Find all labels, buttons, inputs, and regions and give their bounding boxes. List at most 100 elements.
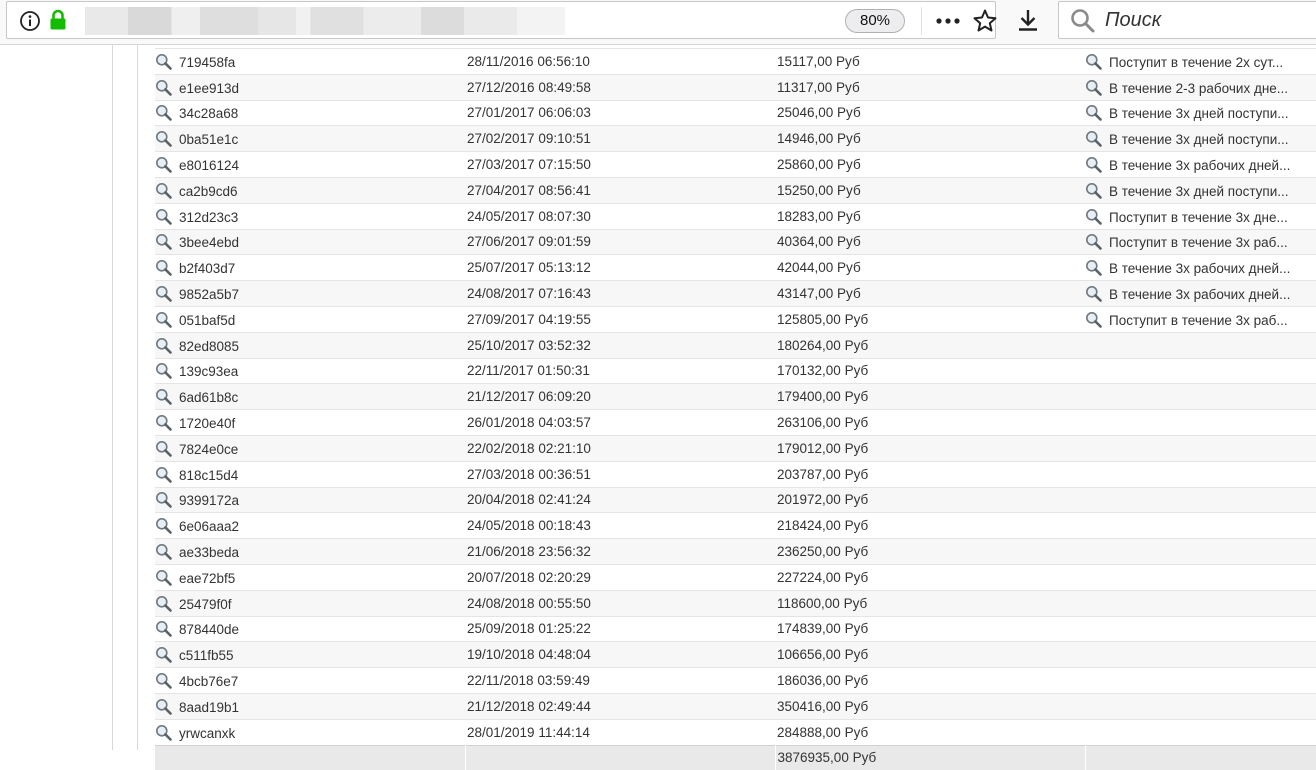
payment-id[interactable]: 4bcb76e7: [179, 674, 238, 689]
magnifier-icon[interactable]: [155, 491, 172, 509]
payment-status[interactable]: В течение 3х рабочих дней...: [1109, 287, 1290, 302]
payment-id[interactable]: 7824e0ce: [179, 442, 238, 457]
magnifier-icon[interactable]: [1085, 259, 1102, 277]
payment-id-cell[interactable]: 4bcb76e7: [155, 667, 465, 694]
payment-id[interactable]: 3bee4ebd: [179, 235, 239, 250]
magnifier-icon[interactable]: [155, 543, 172, 560]
payment-status[interactable]: Поступит в течение 3х раб...: [1109, 235, 1288, 250]
magnifier-icon[interactable]: [155, 440, 172, 457]
magnifier-icon[interactable]: [155, 337, 172, 354]
payment-id-cell[interactable]: 051baf5d: [155, 305, 465, 333]
magnifier-icon[interactable]: [1085, 53, 1102, 70]
magnifier-icon[interactable]: [155, 672, 172, 689]
magnifier-icon[interactable]: [155, 130, 172, 148]
table-row[interactable]: 1720e40f 26/01/2018 04:03:57 263106,00 Руб: [155, 409, 1316, 436]
table-row[interactable]: ca2b9cd6 27/04/2017 08:56:41 15250,00 Руб …: [155, 176, 1316, 204]
payment-status[interactable]: В течение 3х рабочих дней...: [1109, 261, 1290, 276]
magnifier-icon[interactable]: [155, 646, 172, 664]
payment-id[interactable]: 8aad19b1: [179, 700, 239, 715]
payment-id[interactable]: 6e06aaa2: [179, 519, 239, 534]
payment-id[interactable]: b2f403d7: [179, 261, 235, 276]
page-actions-icon[interactable]: [933, 10, 963, 32]
payment-status-cell[interactable]: В течение 3х дней поступи...: [1085, 176, 1316, 204]
table-row[interactable]: 34c28a68 27/01/2017 06:06:03 25046,00 Руб …: [155, 99, 1316, 126]
payment-id[interactable]: e1ee913d: [179, 81, 239, 96]
payment-id-cell[interactable]: 25479f0f: [155, 589, 465, 617]
magnifier-icon[interactable]: [1085, 130, 1102, 148]
payment-status[interactable]: В течение 3х рабочих дней...: [1109, 158, 1290, 173]
payment-id[interactable]: e8016124: [179, 158, 239, 173]
payment-status-cell[interactable]: Поступит в течение 3х дне...: [1085, 202, 1316, 230]
table-row[interactable]: 4bcb76e7 22/11/2018 03:59:49 186036,00 Руб: [155, 667, 1316, 694]
magnifier-icon[interactable]: [155, 362, 172, 380]
table-row[interactable]: b2f403d7 25/07/2017 05:13:12 42044,00 Руб …: [155, 254, 1316, 281]
payment-id-cell[interactable]: b2f403d7: [155, 254, 465, 281]
payment-status-cell[interactable]: В течение 3х рабочих дней...: [1085, 280, 1316, 307]
search-input[interactable]: [1105, 6, 1305, 34]
bookmark-star-icon[interactable]: [971, 7, 999, 35]
magnifier-icon[interactable]: [155, 388, 172, 406]
table-row[interactable]: ae33beda 21/06/2018 23:56:32 236250,00 Руб: [155, 538, 1316, 565]
payment-id[interactable]: 051baf5d: [179, 313, 235, 328]
table-row[interactable]: eae72bf5 20/07/2018 02:20:29 227224,00 Руб: [155, 563, 1316, 591]
magnifier-icon[interactable]: [1085, 182, 1102, 199]
table-row[interactable]: 8aad19b1 21/12/2018 02:49:44 350416,00 Руб: [155, 692, 1316, 720]
magnifier-icon[interactable]: [155, 414, 172, 431]
magnifier-icon[interactable]: [155, 259, 172, 277]
magnifier-icon[interactable]: [155, 79, 172, 96]
payment-id[interactable]: eae72bf5: [179, 571, 235, 586]
payment-status-cell[interactable]: В течение 3х дней поступи...: [1085, 99, 1316, 126]
payment-id[interactable]: 9852a5b7: [179, 287, 239, 302]
payment-id-cell[interactable]: e8016124: [155, 151, 465, 178]
magnifier-icon[interactable]: [155, 208, 172, 225]
payment-id-cell[interactable]: 878440de: [155, 615, 465, 642]
payment-status-cell[interactable]: Поступит в течение 3х раб...: [1085, 228, 1316, 255]
payment-id-cell[interactable]: ca2b9cd6: [155, 176, 465, 204]
payment-id-cell[interactable]: 0ba51e1c: [155, 125, 465, 152]
table-row[interactable]: 312d23c3 24/05/2017 08:07:30 18283,00 Руб …: [155, 202, 1316, 230]
payment-id-cell[interactable]: eae72bf5: [155, 563, 465, 591]
table-row[interactable]: 82ed8085 25/10/2017 03:52:32 180264,00 Руб: [155, 331, 1316, 359]
payment-id[interactable]: 6ad61b8c: [179, 390, 238, 405]
payment-status-cell[interactable]: Поступит в течение 2х сут...: [1085, 48, 1316, 75]
magnifier-icon[interactable]: [1085, 208, 1102, 225]
magnifier-icon[interactable]: [155, 53, 172, 70]
payment-id-cell[interactable]: 818c15d4: [155, 460, 465, 488]
payment-id[interactable]: 0ba51e1c: [179, 132, 238, 147]
payment-id[interactable]: 9399172a: [179, 493, 239, 508]
magnifier-icon[interactable]: [155, 595, 172, 612]
payment-id-cell[interactable]: 6ad61b8c: [155, 383, 465, 410]
magnifier-icon[interactable]: [1085, 79, 1102, 96]
payment-id-cell[interactable]: 7824e0ce: [155, 434, 465, 462]
table-row[interactable]: 719458fa 28/11/2016 06:56:10 15117,00 Руб …: [155, 48, 1316, 75]
search-icon[interactable]: [1069, 7, 1097, 35]
table-row[interactable]: 0ba51e1c 27/02/2017 09:10:51 14946,00 Руб …: [155, 125, 1316, 152]
table-row[interactable]: 6e06aaa2 24/05/2018 00:18:43 218424,00 Руб: [155, 512, 1316, 539]
payment-status[interactable]: Поступит в течение 3х дне...: [1109, 210, 1288, 225]
magnifier-icon[interactable]: [155, 311, 172, 328]
lock-icon[interactable]: [49, 9, 67, 31]
payment-id-cell[interactable]: ae33beda: [155, 538, 465, 565]
payment-status-cell[interactable]: Поступит в течение 3х раб...: [1085, 305, 1316, 333]
payment-id-cell[interactable]: 6e06aaa2: [155, 512, 465, 539]
payment-status-cell[interactable]: В течение 2-3 рабочих дне...: [1085, 73, 1316, 101]
address-bar[interactable]: 80%: [6, 1, 999, 39]
payment-id[interactable]: 139c93ea: [179, 364, 238, 379]
magnifier-icon[interactable]: [155, 104, 172, 122]
payment-id[interactable]: c511fb55: [179, 648, 234, 663]
payment-id[interactable]: 312d23c3: [179, 210, 238, 225]
magnifier-icon[interactable]: [155, 156, 172, 173]
magnifier-icon[interactable]: [1085, 311, 1102, 328]
magnifier-icon[interactable]: [1085, 285, 1102, 302]
payment-id-cell[interactable]: e1ee913d: [155, 73, 465, 101]
table-row[interactable]: 051baf5d 27/09/2017 04:19:55 125805,00 Руб…: [155, 305, 1316, 333]
magnifier-icon[interactable]: [155, 724, 172, 741]
table-row[interactable]: 7824e0ce 22/02/2018 02:21:10 179012,00 Руб: [155, 434, 1316, 462]
payment-status[interactable]: В течение 2-3 рабочих дне...: [1109, 81, 1288, 96]
payment-id-cell[interactable]: 3bee4ebd: [155, 228, 465, 255]
payment-id[interactable]: 1720e40f: [179, 416, 235, 431]
payment-id[interactable]: 25479f0f: [179, 597, 232, 612]
payment-id[interactable]: 82ed8085: [179, 339, 239, 354]
table-row[interactable]: 9852a5b7 24/08/2017 07:16:43 43147,00 Руб …: [155, 280, 1316, 307]
download-icon[interactable]: [1014, 6, 1042, 34]
